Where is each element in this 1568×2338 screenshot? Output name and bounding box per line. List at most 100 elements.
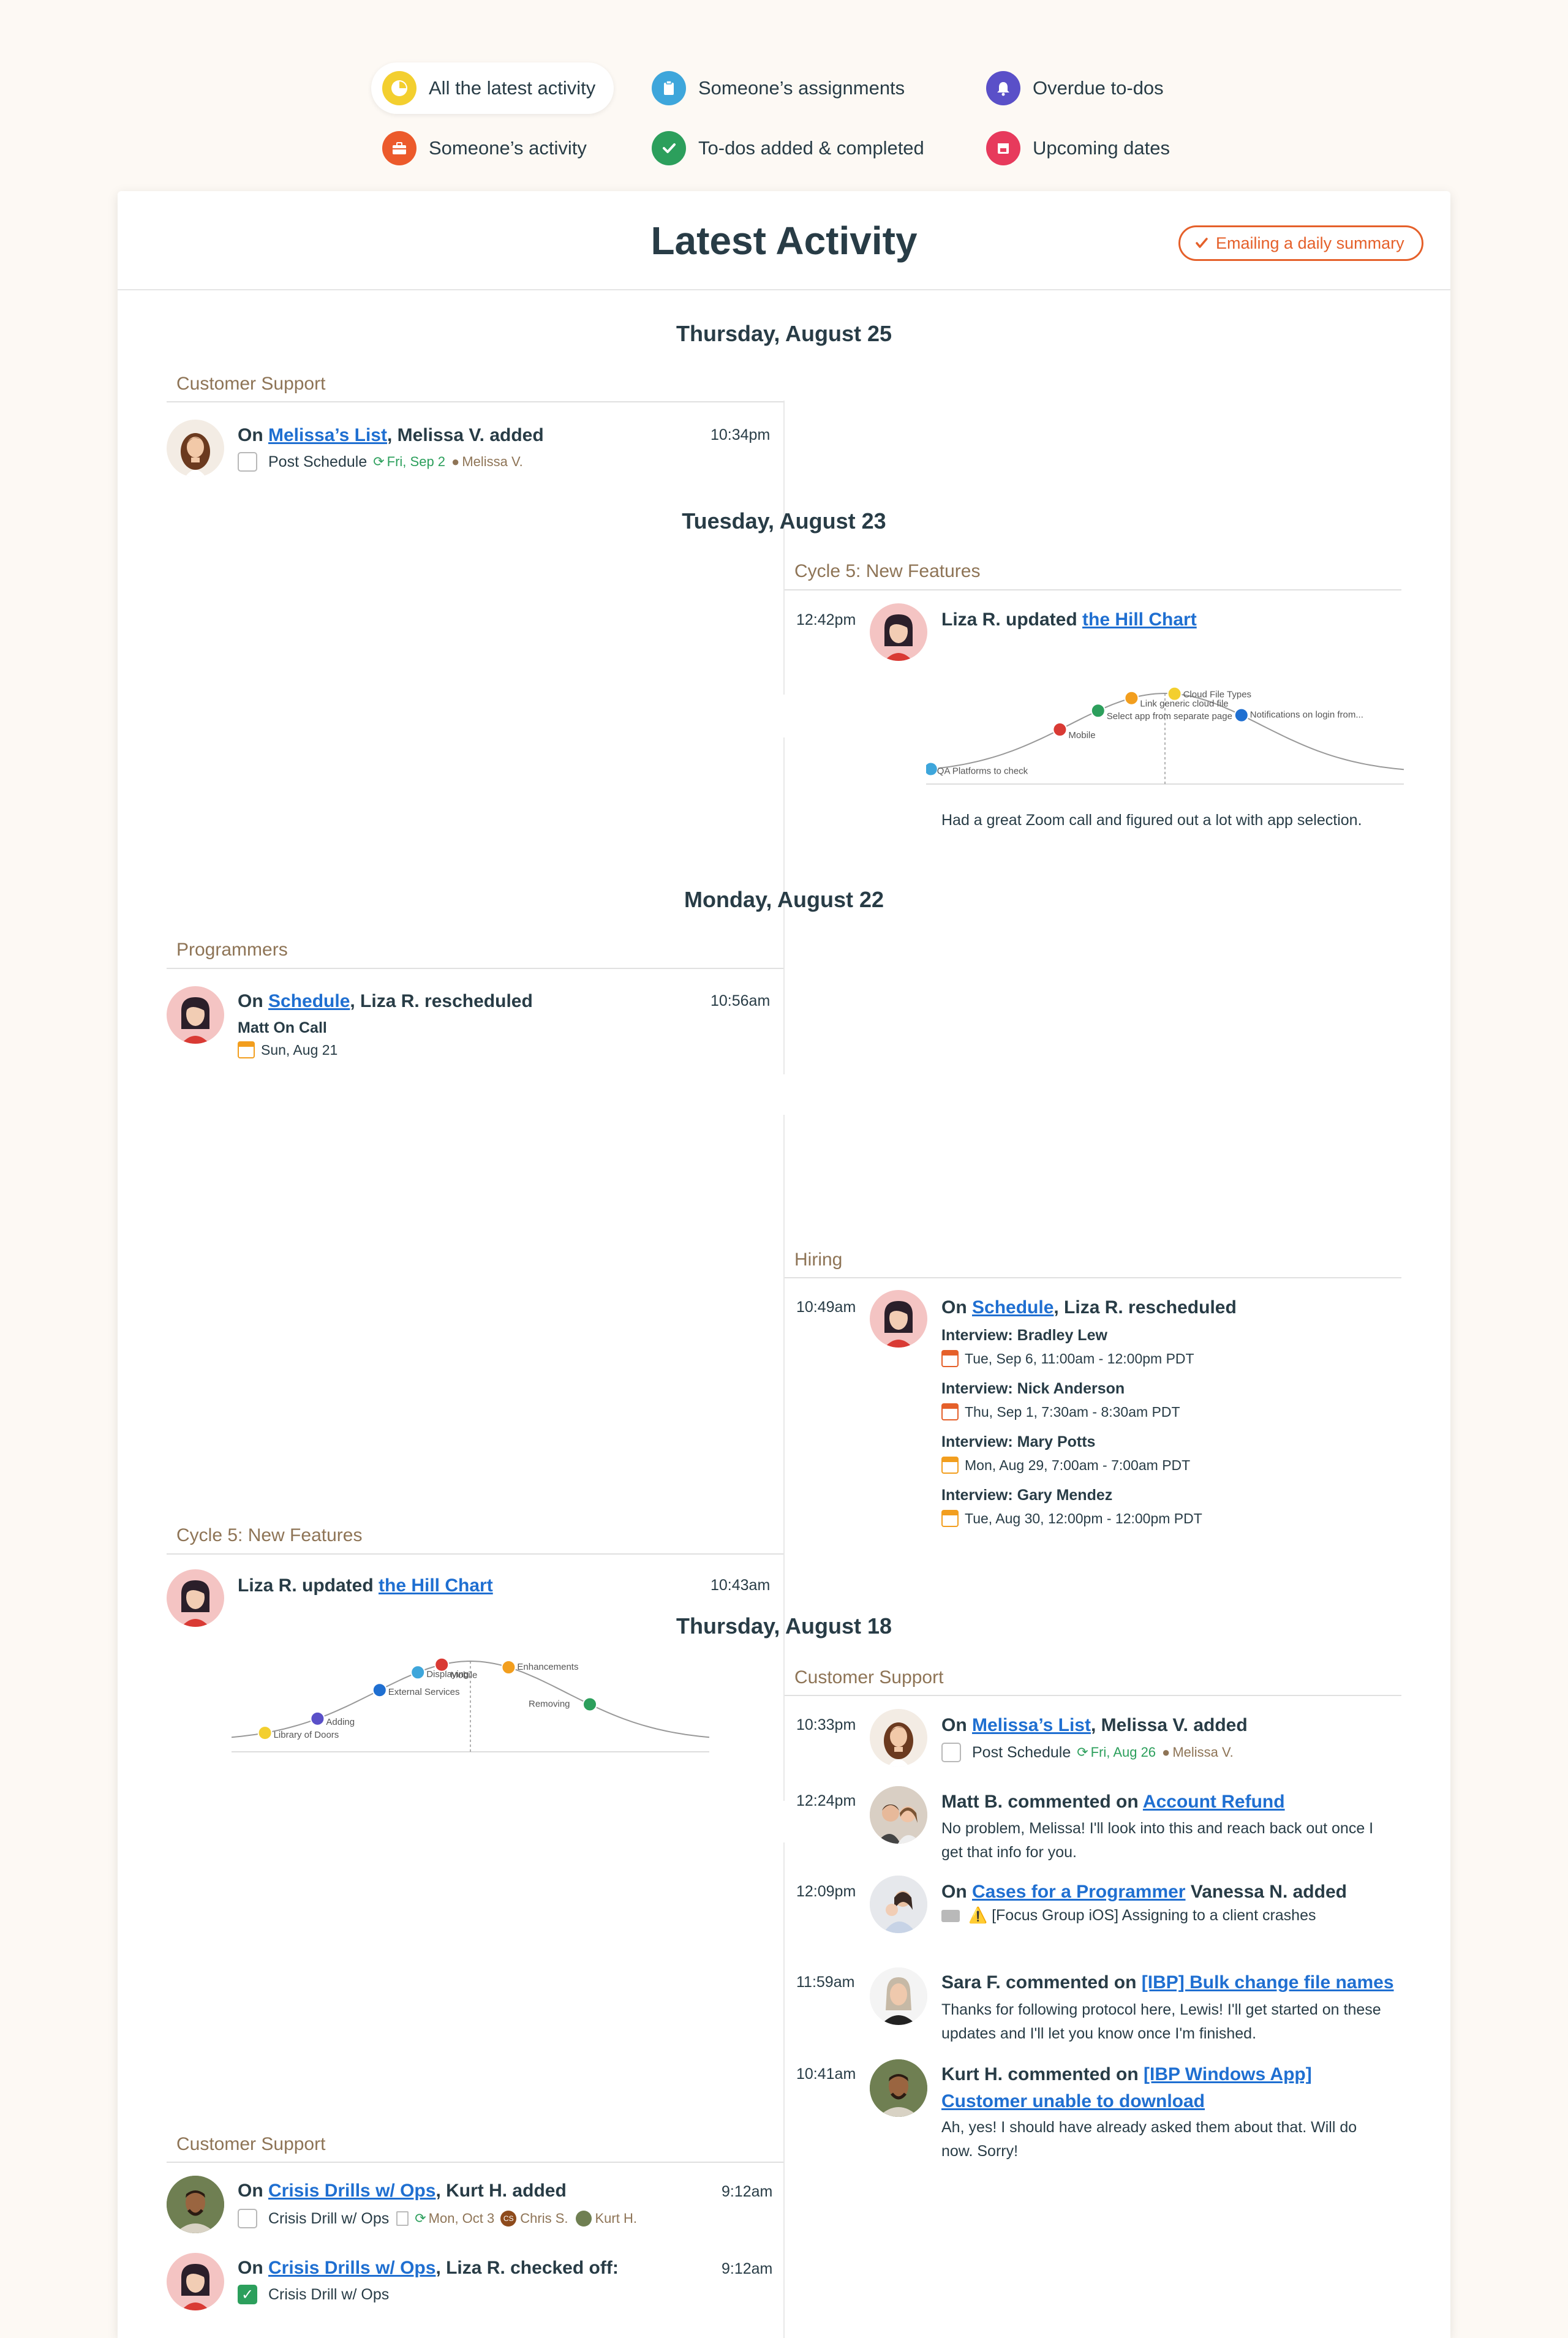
todo-item: ✓ Crisis Drill w/ Ops — [238, 2285, 389, 2304]
filter-overdue[interactable]: Overdue to-dos — [975, 62, 1182, 114]
event-headline: Matt B. commented on Account Refund — [941, 1792, 1285, 1812]
message-link[interactable]: [IBP Windows App] — [1144, 2064, 1312, 2084]
schedule-entry-title[interactable]: Interview: Mary Potts — [941, 1433, 1095, 1451]
schedule-link[interactable]: Schedule — [268, 991, 350, 1011]
filter-assignments[interactable]: Someone’s assignments — [641, 62, 923, 114]
project-name[interactable]: Customer Support — [176, 2134, 325, 2155]
hill-chart-link[interactable]: the Hill Chart — [1082, 609, 1197, 630]
hill-chart[interactable]: Library of DoorsAddingExternal ServicesD… — [232, 1618, 709, 1765]
activity-filters: All the latest activity Someone’s assign… — [0, 0, 1568, 184]
message-link[interactable]: Account Refund — [1143, 1792, 1285, 1812]
bell-icon — [986, 71, 1020, 105]
headline-text: Liza R. updated — [238, 1575, 379, 1596]
todo-title[interactable]: Crisis Drill w/ Ops — [268, 2210, 389, 2228]
briefcase-icon — [382, 131, 417, 165]
todo-list-link[interactable]: Crisis Drills w/ Ops — [268, 2258, 435, 2278]
hill-dot[interactable] — [372, 1683, 387, 1698]
schedule-entry-title[interactable]: Interview: Nick Anderson — [941, 1380, 1125, 1398]
calendar-icon — [941, 1350, 959, 1367]
event-headline: On Crisis Drills w/ Ops, Liza R. checked… — [238, 2258, 619, 2279]
hill-dot[interactable] — [1234, 707, 1249, 723]
avatar[interactable] — [167, 2253, 224, 2310]
column-divider — [783, 1842, 785, 2338]
filter-upcoming-dates[interactable]: Upcoming dates — [975, 123, 1188, 174]
todo-checkbox[interactable] — [238, 452, 257, 472]
todo-list-link[interactable]: Crisis Drills w/ Ops — [268, 2181, 435, 2201]
todo-checkbox-checked[interactable]: ✓ — [238, 2285, 257, 2304]
todo-checkbox[interactable] — [238, 2209, 257, 2228]
filter-all-activity[interactable]: All the latest activity — [371, 62, 614, 114]
headline-text: On — [238, 2258, 268, 2278]
avatar[interactable] — [870, 1786, 927, 1844]
project-name[interactable]: Hiring — [794, 1250, 842, 1270]
avatar[interactable] — [870, 1709, 927, 1767]
project-name[interactable]: Customer Support — [176, 374, 325, 394]
calendar-icon — [941, 1510, 959, 1527]
hill-dot[interactable] — [434, 1657, 450, 1672]
project-name[interactable]: Cycle 5: New Features — [176, 1525, 362, 1546]
schedule-entry-title[interactable]: Interview: Gary Mendez — [941, 1487, 1112, 1504]
column-divider — [783, 1115, 785, 1801]
hill-dot[interactable] — [1124, 690, 1139, 706]
event-time: 11:59am — [796, 1974, 855, 1991]
avatar[interactable] — [870, 1876, 927, 1933]
assignee-avatar: CS — [500, 2211, 517, 2227]
avatar[interactable] — [870, 1967, 927, 2025]
project-name[interactable]: Cycle 5: New Features — [794, 561, 980, 582]
todo-list-link[interactable]: Melissa’s List — [972, 1715, 1091, 1735]
headline-text: Matt B. commented on — [941, 1792, 1143, 1812]
project-name[interactable]: Programmers — [176, 940, 288, 960]
hill-dot[interactable] — [310, 1711, 325, 1726]
message-link[interactable]: [IBP] Bulk change file names — [1142, 1972, 1394, 1993]
hill-chart-link[interactable]: the Hill Chart — [379, 1575, 493, 1596]
divider — [785, 1277, 1401, 1278]
todo-title[interactable]: Crisis Drill w/ Ops — [268, 2286, 389, 2304]
headline-text: On — [941, 1297, 972, 1318]
hill-dot-label: External Services — [388, 1687, 460, 1697]
todo-checkbox[interactable] — [941, 1743, 961, 1762]
headline-text: , Melissa V. added — [386, 425, 544, 445]
hill-dot[interactable] — [1052, 722, 1068, 737]
avatar[interactable] — [870, 603, 927, 661]
hill-dot[interactable] — [1090, 703, 1106, 718]
schedule-entry-date: Tue, Aug 30, 12:00pm - 12:00pm PDT — [941, 1510, 1202, 1527]
filter-someones-activity[interactable]: Someone’s activity — [371, 123, 605, 174]
avatar[interactable] — [870, 2059, 927, 2117]
avatar[interactable] — [167, 986, 224, 1044]
event-time: 9:12am — [722, 2260, 773, 2277]
todo-list-link[interactable]: Melissa’s List — [268, 425, 387, 445]
comment-excerpt: Ah, yes! I should have already asked the… — [941, 2119, 1357, 2160]
email-summary-button[interactable]: Emailing a daily summary — [1178, 225, 1423, 261]
project-name[interactable]: Customer Support — [794, 1667, 943, 1688]
hill-dot[interactable] — [582, 1697, 597, 1712]
hill-dot-label: Link generic cloud file — [1140, 699, 1228, 709]
todo-title[interactable]: Post Schedule — [972, 1744, 1071, 1762]
event-time: 10:43am — [710, 1577, 771, 1594]
card-title[interactable]: ⚠️ [Focus Group iOS] Assigning to a clie… — [968, 1907, 1316, 1925]
repeat-icon: ⟳ — [373, 454, 385, 469]
hill-dot-label: Removing — [529, 1699, 570, 1709]
hill-dot[interactable] — [257, 1725, 273, 1741]
hill-dot-label: Mobile — [450, 1670, 477, 1681]
hill-dot[interactable] — [1167, 686, 1182, 701]
avatar[interactable] — [167, 420, 224, 477]
panel-header: Latest Activity Emailing a daily summary — [118, 191, 1450, 290]
avatar[interactable] — [870, 1290, 927, 1348]
filter-todos[interactable]: To-dos added & completed — [641, 123, 943, 174]
due-date: Fri, Aug 26 — [1090, 1744, 1156, 1760]
schedule-entry-title[interactable]: Interview: Bradley Lew — [941, 1327, 1107, 1344]
hill-dot[interactable] — [501, 1659, 516, 1675]
avatar[interactable] — [167, 2176, 224, 2233]
card-table-link[interactable]: Cases for a Programmer — [972, 1882, 1186, 1902]
schedule-entry-title[interactable]: Matt On Call — [238, 1019, 327, 1037]
todo-title[interactable]: Post Schedule — [268, 453, 367, 471]
hill-dot[interactable] — [410, 1665, 426, 1680]
day-heading: Thursday, August 25 — [676, 321, 892, 346]
message-link[interactable]: Customer unable to download — [941, 2091, 1205, 2111]
hill-chart[interactable]: QA Platforms to check Mobile Select app fr… — [926, 650, 1404, 798]
hill-dot-label: Enhancements — [517, 1662, 578, 1672]
schedule-link[interactable]: Schedule — [972, 1297, 1054, 1318]
hill-dot[interactable] — [926, 761, 938, 777]
email-summary-label: Emailing a daily summary — [1216, 233, 1404, 252]
divider — [167, 2162, 783, 2163]
